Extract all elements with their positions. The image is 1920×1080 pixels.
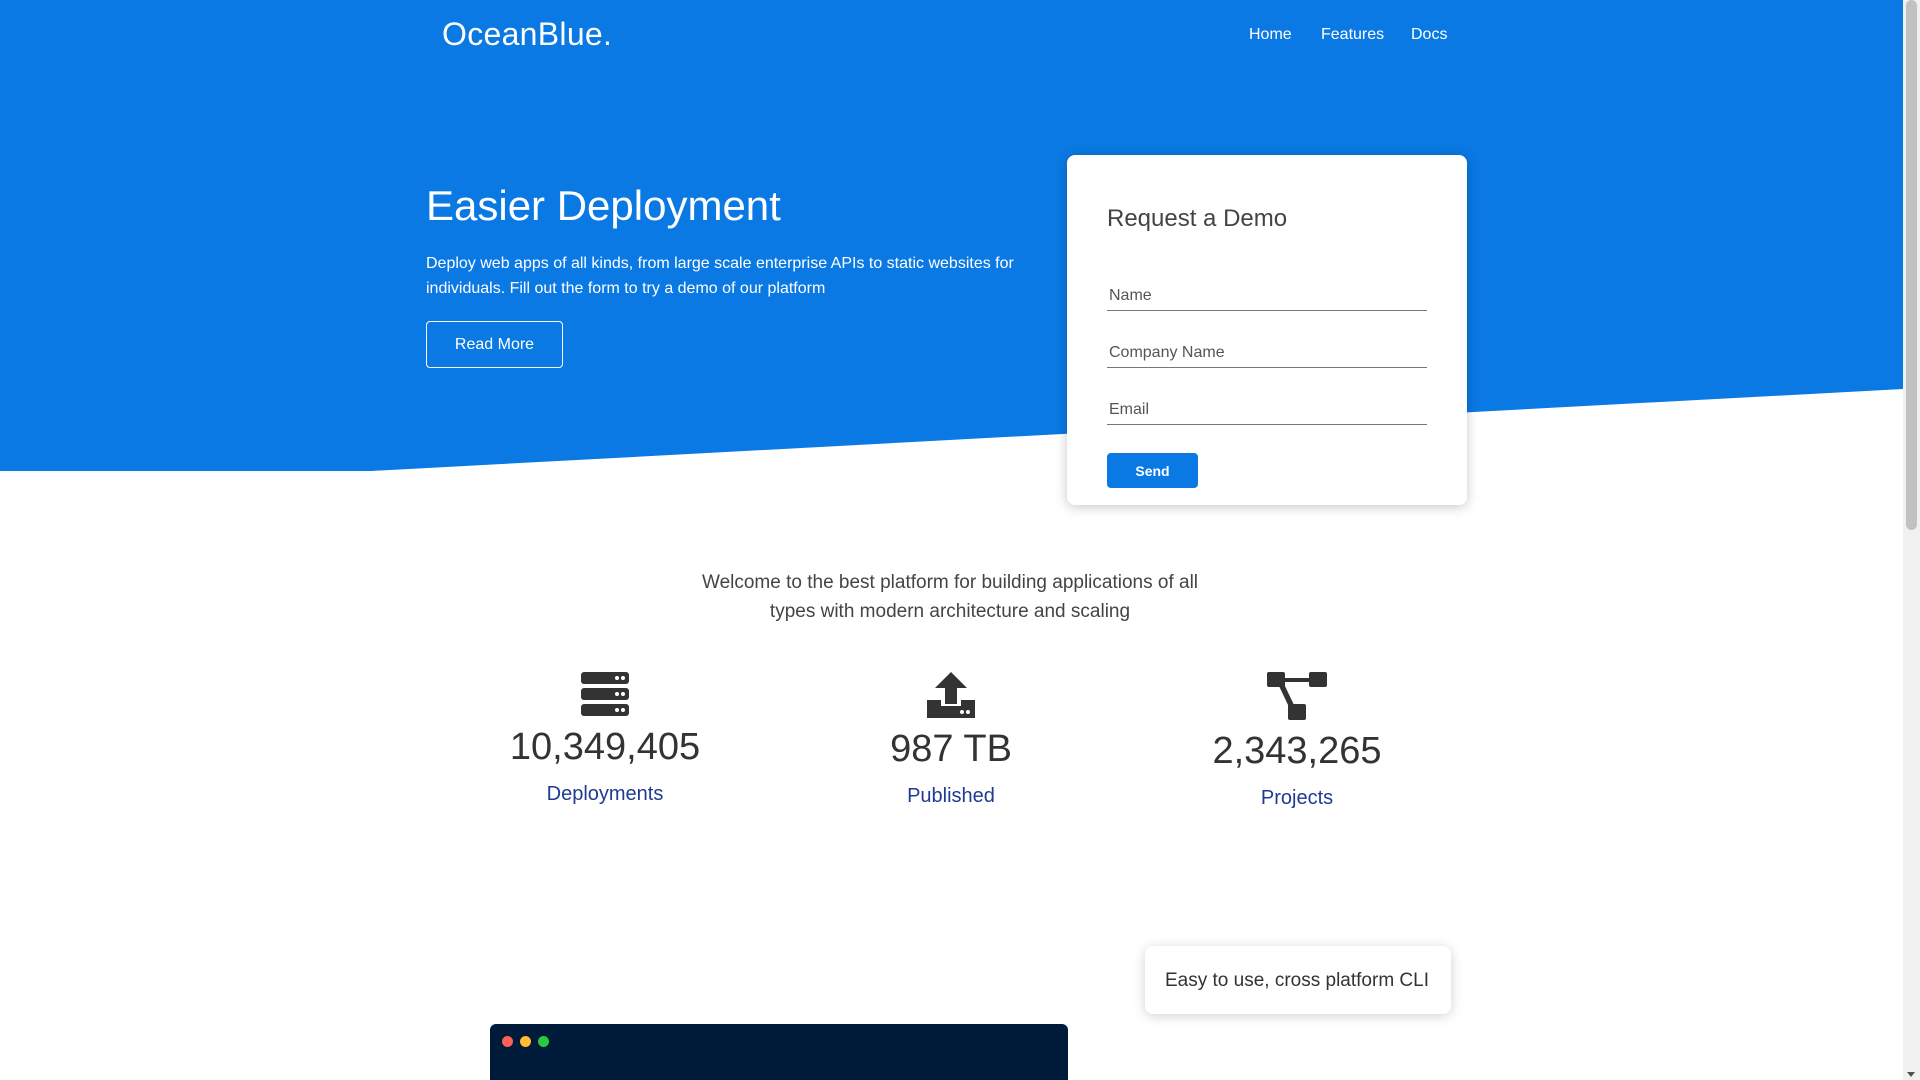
cli-feature-card: Easy to use, cross platform CLI xyxy=(1145,946,1451,1014)
brand-logo[interactable]: OceanBlue. xyxy=(442,16,612,53)
upload-icon xyxy=(927,672,975,718)
stat-value: 987 TB xyxy=(890,728,1012,770)
nav-link-features[interactable]: Features xyxy=(1321,26,1384,44)
scroll-down-arrow-icon[interactable] xyxy=(1907,1072,1915,1077)
stat-projects: 2,343,265 Projects xyxy=(1147,672,1447,810)
stat-value: 2,343,265 xyxy=(1212,730,1382,772)
minimize-dot-icon xyxy=(520,1036,531,1047)
page: OceanBlue. Home Features Docs Easier Dep… xyxy=(0,0,1903,1080)
name-input[interactable] xyxy=(1107,281,1427,311)
server-icon xyxy=(581,672,629,716)
terminal-window xyxy=(490,1024,1068,1080)
hero-description: Deploy web apps of all kinds, from large… xyxy=(426,255,1014,297)
nav-link-home[interactable]: Home xyxy=(1249,26,1292,44)
read-more-button[interactable]: Read More xyxy=(426,321,563,368)
request-demo-card: Request a Demo Send xyxy=(1067,155,1467,505)
stat-label[interactable]: Published xyxy=(801,785,1101,808)
stat-deployments: 10,349,405 Deployments xyxy=(455,672,755,806)
send-button[interactable]: Send xyxy=(1107,453,1198,488)
hero-title: Easier Deployment xyxy=(426,182,781,229)
project-diagram-icon xyxy=(1267,672,1327,720)
stat-label[interactable]: Projects xyxy=(1147,787,1447,810)
vertical-scrollbar[interactable] xyxy=(1903,0,1920,1080)
stat-published: 987 TB Published xyxy=(801,672,1101,808)
stat-value: 10,349,405 xyxy=(509,726,701,768)
company-name-input[interactable] xyxy=(1107,338,1427,368)
maximize-dot-icon xyxy=(538,1036,549,1047)
scrollbar-thumb[interactable] xyxy=(1906,0,1917,530)
cli-feature-text: Easy to use, cross platform CLI xyxy=(1165,970,1429,991)
email-input[interactable] xyxy=(1107,395,1427,425)
navbar: OceanBlue. Home Features Docs xyxy=(0,0,1903,72)
nav-link-docs[interactable]: Docs xyxy=(1411,26,1447,44)
close-dot-icon xyxy=(502,1036,513,1047)
welcome-text: Welcome to the best platform for buildin… xyxy=(701,572,1199,622)
request-demo-title: Request a Demo xyxy=(1107,205,1288,232)
stat-label[interactable]: Deployments xyxy=(455,783,755,806)
